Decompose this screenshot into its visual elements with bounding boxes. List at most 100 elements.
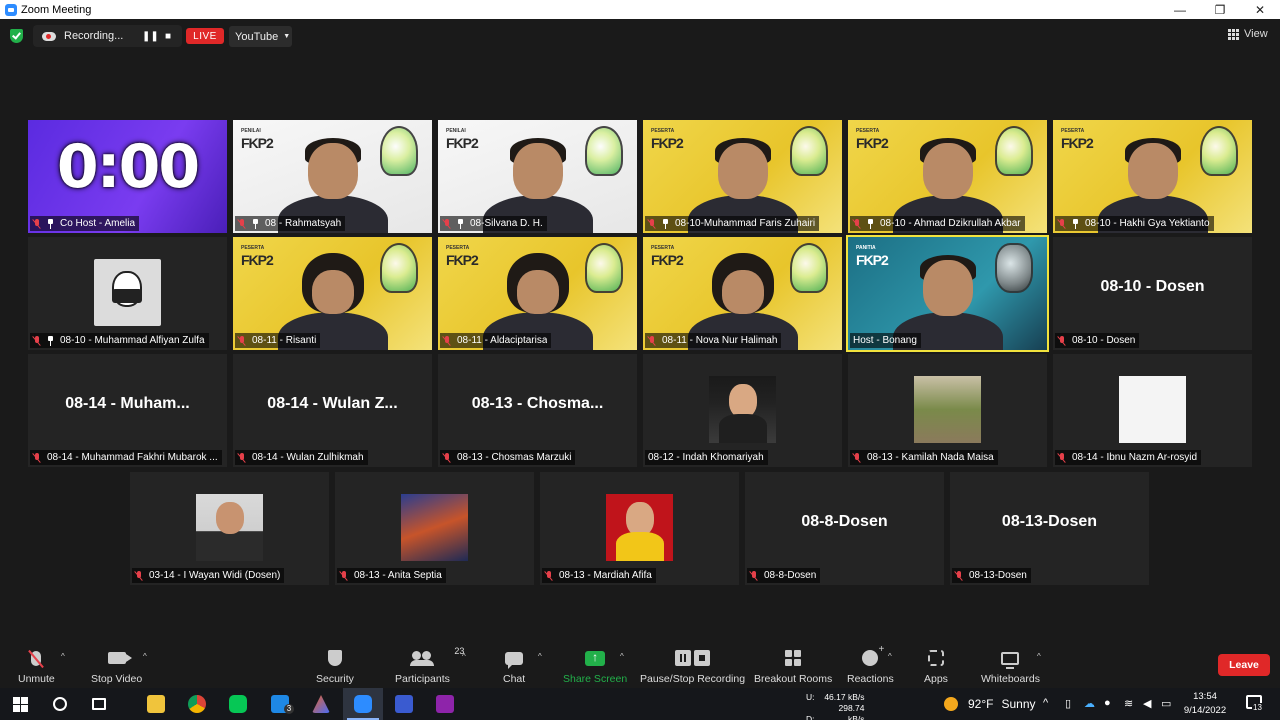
participant-tile[interactable]: PESERTA FKP2 08-10 - Ahmad Dzikrullah Akba… — [848, 120, 1047, 233]
whiteboards-label: Whiteboards — [981, 673, 1040, 685]
participant-name-bar: 08-13 - Mardiah Afifa — [542, 568, 656, 583]
participant-tile[interactable]: 08-10 - Muhammad Alfiyan Zulfa — [28, 237, 227, 350]
breakout-rooms-button[interactable]: Breakout Rooms — [754, 648, 832, 685]
event-logo: FKP2 — [241, 135, 274, 151]
profile-picture — [401, 494, 468, 561]
zoom-taskbar-button[interactable] — [343, 688, 383, 720]
participant-tile[interactable]: 08-13 - Anita Septia — [335, 472, 534, 585]
participant-tile[interactable]: PESERTA FKP2 08-10 - Hakhi Gya Yektianto — [1053, 120, 1252, 233]
participant-tile[interactable]: 08-13-Dosen 08-13-Dosen — [950, 472, 1149, 585]
participant-name-bar: 08 - Rahmatsyah — [235, 216, 346, 231]
mail-taskbar-button[interactable]: 3 — [270, 694, 294, 714]
audio-options-caret-icon[interactable]: ^ — [61, 652, 65, 661]
taskbar-clock[interactable]: 13:54 9/14/2022 — [1178, 690, 1232, 718]
participant-tile[interactable]: PENILAI FKP2 08 - Rahmatsyah — [233, 120, 432, 233]
live-badge[interactable]: LIVE — [186, 28, 224, 44]
participants-options-caret-icon[interactable]: ^ — [462, 652, 466, 661]
participant-tile[interactable]: 08-10 - Dosen 08-10 - Dosen — [1053, 237, 1252, 350]
search-button[interactable] — [50, 694, 70, 714]
stop-video-button[interactable]: Stop Video — [91, 648, 142, 685]
share-screen-label: Share Screen — [563, 673, 628, 685]
pdf-app-taskbar-button[interactable] — [435, 694, 455, 714]
video-options-caret-icon[interactable]: ^ — [143, 652, 147, 661]
participant-tile[interactable]: 08-14 - Muham... 08-14 - Muhammad Fakhri … — [28, 354, 227, 467]
participant-name-bar: Co Host - Amelia — [30, 216, 140, 231]
pause-recording-icon[interactable]: ❚❚ — [142, 31, 159, 42]
participant-name-bar: 08-14 - Muhammad Fakhri Mubarok ... — [30, 450, 222, 465]
participant-tile[interactable]: 08-14 - Ibnu Nazm Ar-rosyid — [1053, 354, 1252, 467]
file-explorer-taskbar-button[interactable] — [146, 694, 166, 714]
participants-button[interactable]: 23 Participants — [395, 646, 464, 685]
stop-recording-icon[interactable]: ■ — [165, 31, 171, 42]
share-screen-button[interactable]: Share Screen — [563, 648, 628, 686]
encryption-shield-icon[interactable] — [10, 29, 23, 43]
line-taskbar-button[interactable] — [228, 694, 248, 714]
close-window-button[interactable]: ✕ — [1240, 0, 1280, 19]
muted-mic-icon — [443, 452, 451, 463]
participant-tile[interactable]: 08-14 - Wulan Z... 08-14 - Wulan Zulhikma… — [233, 354, 432, 467]
network-app-taskbar-button[interactable] — [394, 694, 414, 714]
unmute-button[interactable]: Unmute — [18, 648, 55, 685]
security-button[interactable]: Security — [316, 648, 354, 685]
participant-tile[interactable]: PENILAI FKP2 08-Silvana D. H. — [438, 120, 637, 233]
download-label: D: — [806, 714, 815, 720]
title-bar: Zoom Meeting — ❐ ✕ — [0, 0, 1280, 19]
participant-name: 08-13 - Anita Septia — [354, 570, 442, 581]
leave-button[interactable]: Leave — [1218, 654, 1270, 676]
microphone-tray-icon[interactable]: ● — [1104, 697, 1111, 709]
participant-tile[interactable]: 03-14 - I Wayan Widi (Dosen) — [130, 472, 329, 585]
notifications-icon[interactable]: 13 — [1246, 695, 1263, 712]
participant-name: 08-14 - Muhammad Fakhri Mubarok ... — [47, 452, 218, 463]
participant-tile[interactable]: 08-8-Dosen 08-8-Dosen — [745, 472, 944, 585]
start-button[interactable] — [10, 694, 30, 714]
cloud-recording-icon — [42, 31, 56, 41]
whiteboards-button[interactable]: Whiteboards — [981, 648, 1040, 685]
weather-widget[interactable]: 92°F Sunny — [944, 697, 1036, 711]
participant-tile[interactable]: 08-12 - Indah Khomariyah — [643, 354, 842, 467]
tile-role-label: PANITIA — [856, 245, 876, 251]
stream-target-dropdown[interactable]: YouTube ▼ — [229, 26, 292, 47]
show-hidden-icons-chevron-icon[interactable]: ^ — [1043, 697, 1048, 709]
minimize-button[interactable]: — — [1160, 0, 1200, 19]
participant-tile[interactable]: PANITIA FKP2 Host - Bonang — [846, 235, 1049, 352]
participant-tile[interactable]: PESERTA FKP2 08-11 - Risanti — [233, 237, 432, 350]
network-app-icon — [395, 695, 413, 713]
view-button[interactable]: View — [1228, 28, 1268, 40]
share-options-caret-icon[interactable]: ^ — [620, 652, 624, 661]
pause-stop-recording-button[interactable]: Pause/Stop Recording — [640, 648, 745, 685]
keyboard-language-icon[interactable]: ▭ — [1161, 697, 1171, 710]
reactions-button[interactable]: Reactions — [847, 644, 894, 685]
chat-options-caret-icon[interactable]: ^ — [538, 652, 542, 661]
onedrive-cloud-icon[interactable]: ☁ — [1084, 697, 1095, 710]
muted-mic-icon — [443, 335, 451, 346]
volume-icon[interactable]: ◀ — [1143, 697, 1151, 710]
whiteboards-options-caret-icon[interactable]: ^ — [1037, 652, 1041, 661]
wifi-icon[interactable]: ≋ — [1124, 697, 1133, 710]
chrome-taskbar-button[interactable] — [187, 694, 207, 714]
participant-tile[interactable]: 08-13 - Mardiah Afifa — [540, 472, 739, 585]
chat-button[interactable]: Chat — [503, 648, 525, 685]
view-label: View — [1244, 28, 1268, 40]
participant-tile[interactable]: 08-13 - Chosma... 08-13 - Chosmas Marzuki — [438, 354, 637, 467]
weather-temperature: 92°F — [968, 697, 994, 711]
participant-tile[interactable]: PESERTA FKP2 08-11 - Aldaciptarisa — [438, 237, 637, 350]
participant-name-bar: 08-10 - Ahmad Dzikrullah Akbar — [850, 216, 1025, 231]
task-view-button[interactable] — [89, 694, 109, 714]
participant-tile[interactable]: PESERTA FKP2 08-10-Muhammad Faris Zuhairi — [643, 120, 842, 233]
participants-icon — [410, 651, 435, 666]
tray-app-icon[interactable]: ▯ — [1065, 697, 1071, 710]
participant-tile[interactable]: PESERTA FKP2 08-11 - Nova Nur Halimah — [643, 237, 842, 350]
search-icon — [53, 697, 67, 711]
task-view-icon — [92, 698, 106, 710]
participant-name: 08-14 - Ibnu Nazm Ar-rosyid — [1072, 452, 1198, 463]
apps-button[interactable]: Apps — [924, 648, 948, 685]
whiteboard-icon — [1001, 651, 1020, 669]
participant-display-name: 08-10 - Dosen — [1100, 278, 1205, 295]
tile-role-label: PESERTA — [651, 245, 675, 251]
unmute-label: Unmute — [18, 673, 55, 685]
maximize-button[interactable]: ❐ — [1200, 0, 1240, 19]
app-taskbar-button[interactable] — [311, 694, 331, 714]
participant-tile[interactable]: 08-13 - Kamilah Nada Maisa — [848, 354, 1047, 467]
participant-tile[interactable]: 0:00 Co Host - Amelia — [28, 120, 227, 233]
reactions-options-caret-icon[interactable]: ^ — [888, 652, 892, 661]
